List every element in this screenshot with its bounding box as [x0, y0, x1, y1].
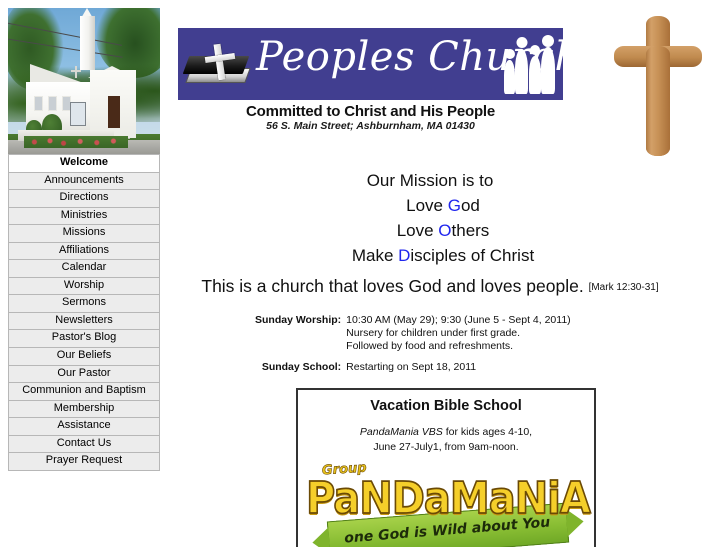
- sidebar-item-welcome[interactable]: Welcome: [8, 154, 160, 173]
- vbs-detail-line-1: PandaMania VBS for kids ages 4-10,: [298, 425, 594, 440]
- mission-line-2: Love God: [180, 193, 680, 218]
- vacation-bible-school-panel: Vacation Bible School PandaMania VBS for…: [296, 388, 596, 547]
- sidebar-item-assistance[interactable]: Assistance: [8, 417, 160, 436]
- mission-line-4-highlight: D: [398, 246, 411, 266]
- people-silhouettes-icon: [503, 36, 561, 94]
- scripture-reference: [Mark 12:30-31]: [588, 282, 659, 293]
- logo-group-word: Group: [321, 460, 368, 479]
- sidebar-item-directions[interactable]: Directions: [8, 189, 160, 208]
- mission-line-4-post: isciples of Christ: [410, 246, 535, 266]
- sidebar-item-calendar[interactable]: Calendar: [8, 259, 160, 278]
- roof-cross: [75, 66, 77, 78]
- mission-statement: Our Mission is to Love God Love Others M…: [180, 168, 680, 269]
- row-spacer: [255, 353, 571, 361]
- table-row: Sunday Worship: 10:30 AM (May 29); 9:30 …: [255, 314, 571, 327]
- sidebar-item-sermons[interactable]: Sermons: [8, 294, 160, 313]
- vbs-title: Vacation Bible School: [370, 398, 522, 414]
- vbs-program-name: PandaMania VBS: [359, 426, 443, 438]
- mission-line-4: Make Disciples of Christ: [180, 243, 680, 268]
- refreshments-note: Followed by food and refreshments.: [346, 340, 514, 352]
- sunday-worship-time: 10:30 AM (May 29); 9:30 (June 5 - Sept 4…: [346, 314, 571, 326]
- sidebar-item-membership[interactable]: Membership: [8, 399, 160, 419]
- mission-line-3-post: thers: [451, 221, 490, 241]
- wooden-cross-graphic: [612, 16, 704, 156]
- site-banner[interactable]: Peoples Church: [178, 28, 563, 100]
- sidebar-item-our-beliefs[interactable]: Our Beliefs: [8, 347, 160, 366]
- logo-wordmark: PaNDaMaNiA: [305, 473, 591, 524]
- person-figure: [541, 47, 555, 94]
- person-figure: [515, 49, 528, 94]
- window: [48, 96, 57, 111]
- left-sidebar: Welcome Announcements Directions Ministr…: [8, 8, 160, 471]
- flower-bed: [24, 136, 128, 148]
- sidebar-item-ministries[interactable]: Ministries: [8, 206, 160, 226]
- nav-list: Welcome Announcements Directions Ministr…: [8, 154, 160, 471]
- sidebar-item-prayer-request[interactable]: Prayer Request: [8, 452, 160, 471]
- person-figure: [504, 60, 515, 94]
- pandamania-logo: one God is Wild about You PaNDaMaNiA Gro…: [298, 460, 592, 547]
- sidebar-item-announcements[interactable]: Announcements: [8, 171, 160, 191]
- vbs-ages: for kids ages 4-10,: [442, 426, 533, 438]
- sunday-school-label: Sunday School:: [261, 361, 342, 373]
- mission-line-1: Our Mission is to: [366, 171, 494, 190]
- sidebar-item-worship[interactable]: Worship: [8, 276, 160, 296]
- mission-line-3: Love Others: [180, 218, 680, 243]
- table-row: Followed by food and refreshments.: [255, 340, 571, 353]
- table-row: Nursery for children under first grade.: [255, 327, 571, 340]
- mission-line-3-pre: Love: [396, 221, 439, 241]
- spacer-cell: [255, 327, 346, 340]
- person-figure: [529, 56, 541, 94]
- vbs-detail-line-2: June 27-July1, from 9am-noon.: [373, 441, 519, 454]
- service-times-table: Sunday Worship: 10:30 AM (May 29); 9:30 …: [255, 314, 571, 374]
- sidebar-item-pastors-blog[interactable]: Pastor's Blog: [8, 329, 160, 349]
- sidebar-item-affiliations[interactable]: Affiliations: [8, 241, 160, 261]
- sidebar-item-newsletters[interactable]: Newsletters: [8, 311, 160, 331]
- sidebar-item-contact-us[interactable]: Contact Us: [8, 434, 160, 454]
- sunday-worship-label: Sunday Worship:: [255, 314, 342, 326]
- church-statement-text: This is a church that loves God and love…: [201, 276, 584, 296]
- table-row: Sunday School: Restarting on Sept 18, 20…: [255, 361, 571, 374]
- window: [34, 96, 43, 111]
- sunday-school-value: Restarting on Sept 18, 2011: [346, 361, 477, 373]
- mission-line-2-highlight: G: [447, 196, 461, 216]
- site-tagline: Committed to Christ and His People: [245, 103, 496, 120]
- mission-line-2-post: od: [460, 196, 480, 216]
- church-door: [108, 96, 120, 128]
- site-navigation: Welcome Announcements Directions Ministr…: [8, 154, 160, 471]
- nursery-note: Nursery for children under first grade.: [346, 327, 521, 339]
- sidebar-item-our-pastor[interactable]: Our Pastor: [8, 364, 160, 384]
- spacer-cell: [255, 340, 346, 353]
- mission-line-3-highlight: O: [438, 221, 452, 241]
- sidebar-item-communion-and-baptism[interactable]: Communion and Baptism: [8, 382, 160, 401]
- mission-line-2-pre: Love: [406, 196, 448, 216]
- cross-vertical-lower: [646, 46, 670, 156]
- steeple: [80, 16, 95, 70]
- church-sign: [70, 102, 86, 126]
- mission-line-4-pre: Make: [351, 246, 399, 266]
- site-address: 56 S. Main Street; Ashburnham, MA 01430: [266, 120, 475, 132]
- bible-with-cross-icon: [182, 42, 252, 90]
- church-statement: This is a church that loves God and love…: [175, 276, 685, 297]
- sidebar-item-missions[interactable]: Missions: [8, 224, 160, 243]
- service-times: Sunday Worship: 10:30 AM (May 29); 9:30 …: [255, 314, 615, 374]
- church-exterior-photo: [8, 8, 160, 154]
